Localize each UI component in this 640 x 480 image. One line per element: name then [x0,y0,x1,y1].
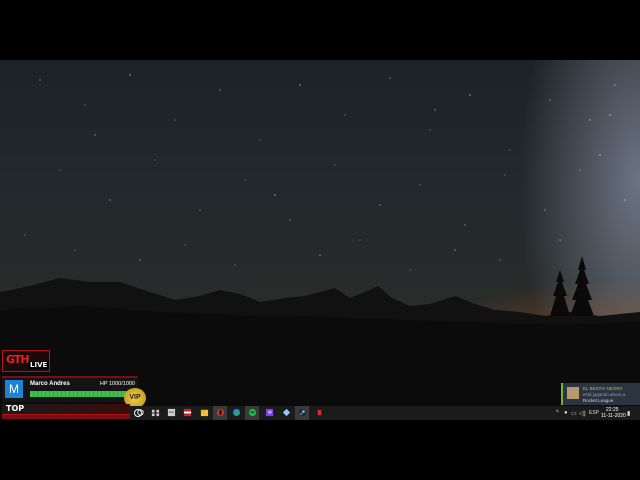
hp-bar [30,391,130,397]
app-icon-blue[interactable] [282,408,291,417]
notification-game: Rocket League [583,398,614,403]
hp-bar-fill [30,391,130,397]
twitch-icon[interactable] [265,408,274,417]
tray-app-icon[interactable]: ● [564,410,568,416]
avatar: M [5,380,23,398]
friend-name: EL BESTIA NEGRA [583,386,623,391]
network-icon[interactable]: ▭ [571,410,577,417]
start-circle-icon[interactable] [132,407,144,419]
app-icon-red-small[interactable] [315,408,324,417]
spotify-icon[interactable] [248,408,257,417]
file-explorer-icon[interactable] [200,408,209,417]
viewer-card: M Marco Andres HP 1000/1000 [2,376,138,402]
opera-icon[interactable] [216,408,225,417]
notification-status: está jugando ahora a [583,392,626,397]
logo-text: GTH [6,353,30,366]
task-view-icon[interactable] [151,408,160,417]
clock-date[interactable]: 11-11-2020 [601,413,626,419]
notifications-icon[interactable]: ▮ [627,410,630,417]
stream-overlay: GTH LIVE M Marco Andres HP 1000/1000 VIP… [0,350,146,420]
viewer-name: Marco Andres [30,381,70,387]
steam-icon[interactable] [298,408,307,417]
language-indicator[interactable]: ESP [589,410,599,416]
taskbar: ^ ● ▭ ◁) ESP 22:25 11-11-2020 ▮ [130,406,640,420]
top-banner: TOP [2,404,130,415]
live-badge: LIVE [28,361,50,369]
app-icon-gray[interactable] [167,408,176,417]
tray-chevron-icon[interactable]: ^ [556,410,559,416]
hp-text: HP 1000/1000 [99,381,135,387]
edge-icon[interactable] [232,408,241,417]
top-label: TOP [6,404,25,413]
overlay-strip [2,415,130,419]
steam-friend-notification[interactable]: EL BESTIA NEGRA está jugando ahora a Roc… [561,383,640,405]
friend-avatar [567,387,579,399]
volume-icon[interactable]: ◁) [579,410,586,417]
app-icon-red[interactable] [183,408,192,417]
